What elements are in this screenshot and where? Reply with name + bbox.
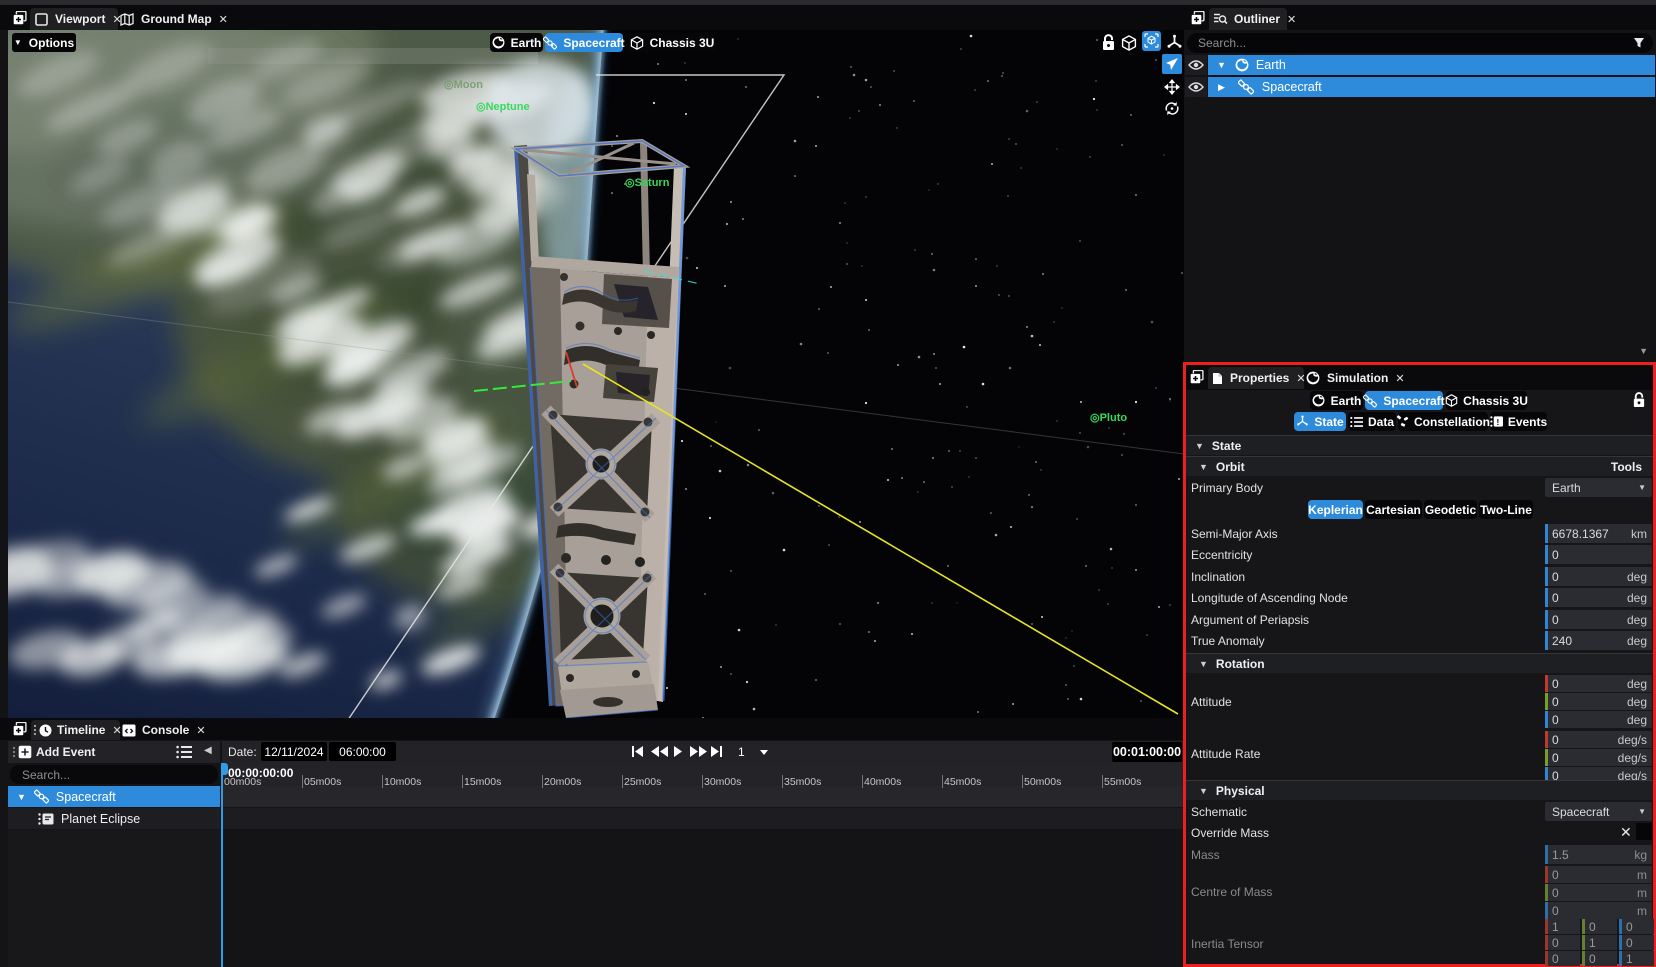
svg-text:1: 1 xyxy=(738,745,745,758)
svg-text:!: ! xyxy=(1496,417,1499,427)
svg-text:◎Saturn: ◎Saturn xyxy=(625,177,670,189)
svg-text:◎Moon: ◎Moon xyxy=(444,79,483,91)
svg-text:◎Neptune: ◎Neptune xyxy=(476,101,530,113)
svg-text:◎Pluto: ◎Pluto xyxy=(1090,412,1127,424)
